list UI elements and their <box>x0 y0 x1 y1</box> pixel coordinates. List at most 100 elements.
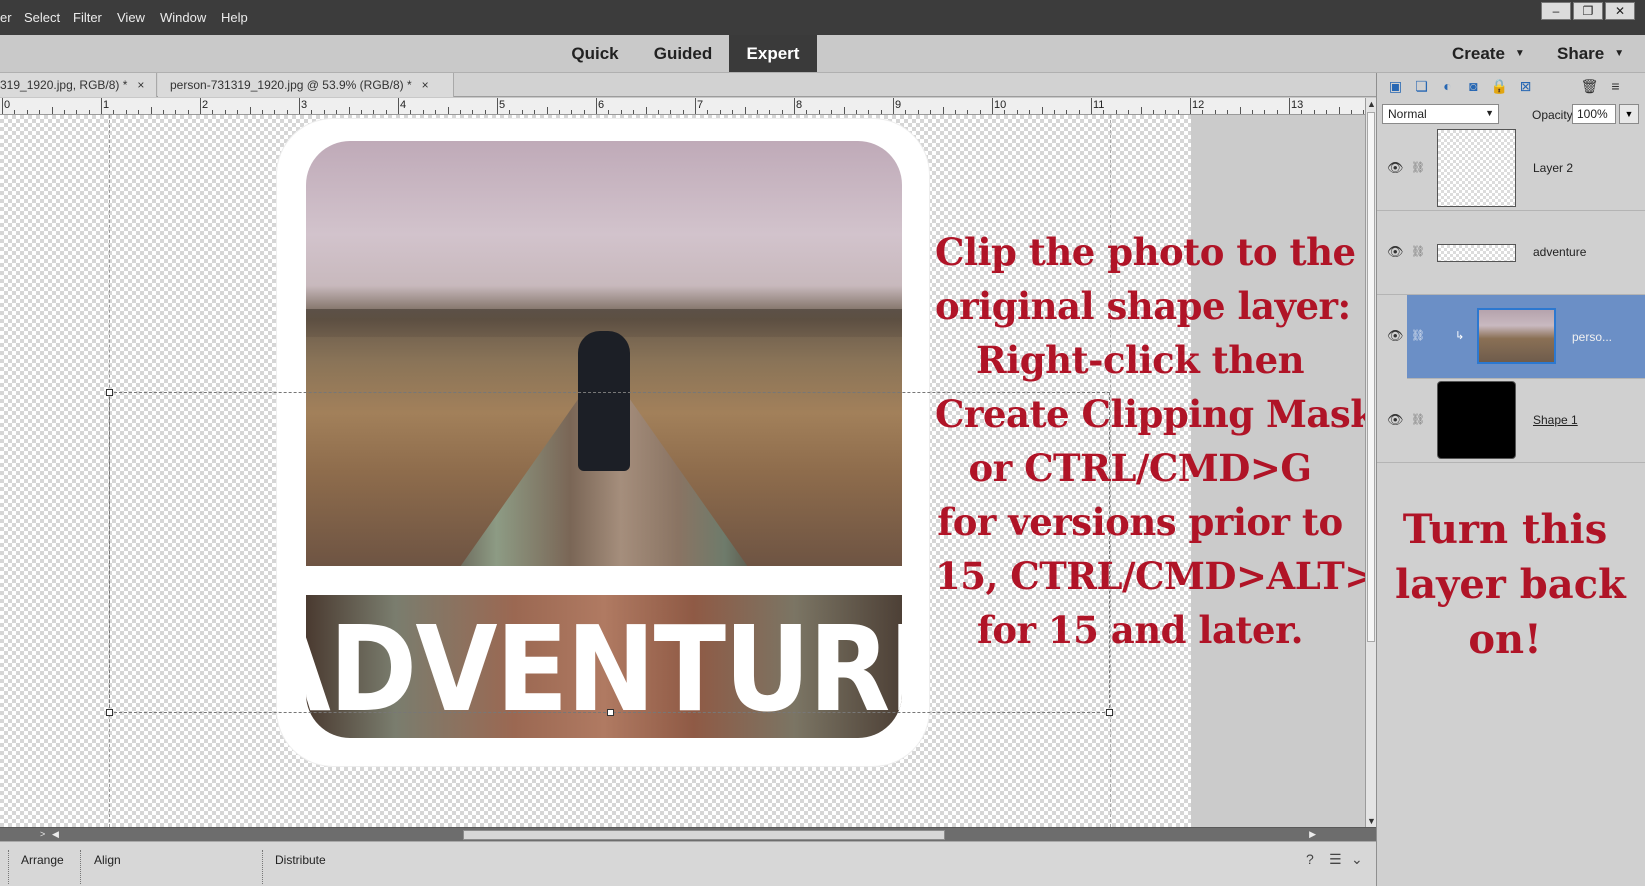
scroll-up-icon[interactable]: ▲ <box>1367 99 1376 109</box>
ruler-minor-tick <box>868 110 870 114</box>
ruler-number: 6 <box>598 99 605 111</box>
ruler-minor-tick <box>224 110 226 114</box>
layer-row-layer-2[interactable]: 👁 ⛓ Layer 2 <box>1377 127 1645 211</box>
close-button[interactable]: ✕ <box>1605 2 1635 20</box>
instruction-line: Create Clipping Mask <box>935 392 1365 436</box>
scroll-down-icon[interactable]: ▼ <box>1367 816 1376 826</box>
ruler-minor-tick <box>311 110 313 114</box>
ruler-number: 8 <box>796 99 803 111</box>
arrange-label: Arrange <box>21 853 64 867</box>
menu-filter[interactable]: Filter <box>73 10 102 25</box>
transform-handle[interactable] <box>106 709 113 716</box>
restore-button[interactable]: ❐ <box>1573 2 1603 20</box>
link-icon[interactable]: ⛓ <box>1411 329 1425 342</box>
layer-thumbnail <box>1437 381 1516 459</box>
lock-transparency-icon[interactable]: ⊠ <box>1517 78 1534 95</box>
ruler-minor-tick <box>39 110 41 114</box>
divider <box>262 850 263 884</box>
vertical-scroll-thumb[interactable] <box>1367 112 1375 642</box>
menu-window[interactable]: Window <box>160 10 206 25</box>
ruler-minor-tick <box>336 110 338 114</box>
ruler-major-tick <box>794 98 795 114</box>
blend-mode-select[interactable]: Normal ▼ <box>1382 104 1499 124</box>
layer-name[interactable]: adventure <box>1533 245 1586 259</box>
link-icon[interactable]: ⛓ <box>1411 161 1425 174</box>
scroll-left-icon[interactable]: ◀ <box>52 829 59 840</box>
ruler-minor-tick <box>521 110 523 114</box>
lock-icon[interactable]: 🔒 <box>1491 78 1508 95</box>
layer-name[interactable]: Shape 1 <box>1533 413 1578 427</box>
ruler-minor-tick <box>1313 110 1315 114</box>
minimize-button[interactable]: – <box>1541 2 1571 20</box>
transform-handle[interactable] <box>607 709 614 716</box>
adjustment-layer-icon[interactable]: ◐ <box>1439 78 1456 95</box>
ruler-minor-tick <box>125 110 127 114</box>
layer-row-person[interactable]: 👁 ⛓ ↳ perso... <box>1387 295 1645 379</box>
ruler-minor-tick <box>744 107 746 114</box>
help-icon[interactable]: ? <box>1306 851 1314 867</box>
tool-options-bar: Arrange Align Distribute ? ☰ ⌄ <box>0 841 1376 886</box>
layer-mask-icon[interactable]: ◙ <box>1465 78 1482 95</box>
panel-menu-icon[interactable]: ≡ <box>1607 78 1624 95</box>
ruler-minor-tick <box>1115 110 1117 114</box>
share-menu-button[interactable]: Share ▼ <box>1557 35 1624 72</box>
eye-visibility-icon[interactable]: 👁 <box>1387 160 1404 176</box>
ruler-minor-tick <box>534 110 536 114</box>
scroll-right-icon[interactable]: ▶ <box>1309 829 1316 840</box>
tab-guided[interactable]: Guided <box>642 35 724 72</box>
ruler-minor-tick <box>732 110 734 114</box>
ruler-minor-tick <box>14 110 16 114</box>
document-tab-label: person-731319_1920.jpg @ 53.9% (RGB/8) * <box>170 78 412 92</box>
ruler-minor-tick <box>608 110 610 114</box>
ruler-number: 0 <box>4 99 11 111</box>
ruler-minor-tick <box>212 110 214 114</box>
turn-layer-on-annotation: Turn this layer back on! <box>1395 502 1626 667</box>
divider <box>8 850 9 884</box>
link-icon[interactable]: ⛓ <box>1411 413 1425 426</box>
document-tab-bar: 319_1920.jpg, RGB/8) * × person-731319_1… <box>0 73 1376 97</box>
menu-select[interactable]: Select <box>24 10 60 25</box>
ruler-minor-tick <box>620 110 622 114</box>
menu-edit[interactable]: er <box>0 10 12 25</box>
layer-name[interactable]: perso... <box>1572 330 1612 344</box>
ruler-minor-tick <box>1066 110 1068 114</box>
opacity-dropdown-button[interactable]: ▼ <box>1619 104 1639 124</box>
eye-visibility-icon[interactable]: 👁 <box>1387 328 1404 344</box>
document-tab-1[interactable]: 319_1920.jpg, RGB/8) * × <box>0 73 157 97</box>
ruler-major-tick <box>497 98 498 114</box>
eye-visibility-icon[interactable]: 👁 <box>1387 244 1404 260</box>
link-icon[interactable]: ⛓ <box>1411 245 1425 258</box>
close-icon[interactable]: × <box>422 78 429 92</box>
ruler-minor-tick <box>274 110 276 114</box>
horizontal-scrollbar[interactable]: > ◀ ▶ <box>0 827 1376 841</box>
opacity-input[interactable]: 100% <box>1572 104 1616 124</box>
canvas[interactable]: ADVENTURE Clip the photo to the original… <box>0 115 1365 827</box>
tab-quick[interactable]: Quick <box>560 35 630 72</box>
transform-handle[interactable] <box>106 389 113 396</box>
document-tab-2[interactable]: person-731319_1920.jpg @ 53.9% (RGB/8) *… <box>158 73 454 97</box>
chevron-down-icon: ▼ <box>1514 48 1525 59</box>
menu-help[interactable]: Help <box>221 10 248 25</box>
create-menu-button[interactable]: Create ▼ <box>1452 35 1525 72</box>
ruler-number: 4 <box>400 99 407 111</box>
ruler-minor-tick <box>707 110 709 114</box>
eye-visibility-icon[interactable]: 👁 <box>1387 412 1404 428</box>
scroll-right-icon[interactable]: > <box>40 829 45 839</box>
menu-view[interactable]: View <box>117 10 145 25</box>
layer-row-adventure[interactable]: 👁 ⛓ adventure <box>1377 211 1645 295</box>
horizontal-scroll-thumb[interactable] <box>463 830 945 840</box>
chevron-down-icon[interactable]: ⌄ <box>1351 851 1363 868</box>
options-menu-icon[interactable]: ☰ <box>1329 851 1342 868</box>
vertical-scrollbar[interactable]: ▲ ▼ <box>1365 98 1376 827</box>
layer-name[interactable]: Layer 2 <box>1533 161 1573 175</box>
close-icon[interactable]: × <box>137 78 144 92</box>
tab-expert[interactable]: Expert <box>729 35 817 72</box>
ruler-minor-tick <box>1152 110 1154 114</box>
new-group-icon[interactable]: ❏ <box>1413 78 1430 95</box>
layer-row-shape-1[interactable]: 👁 ⛓ Shape 1 <box>1377 379 1645 463</box>
transform-handle[interactable] <box>1106 709 1113 716</box>
new-layer-icon[interactable]: ▣ <box>1387 78 1404 95</box>
ruler-minor-tick <box>967 110 969 114</box>
trash-icon[interactable]: 🗑 <box>1581 78 1599 95</box>
distribute-label: Distribute <box>275 853 326 867</box>
